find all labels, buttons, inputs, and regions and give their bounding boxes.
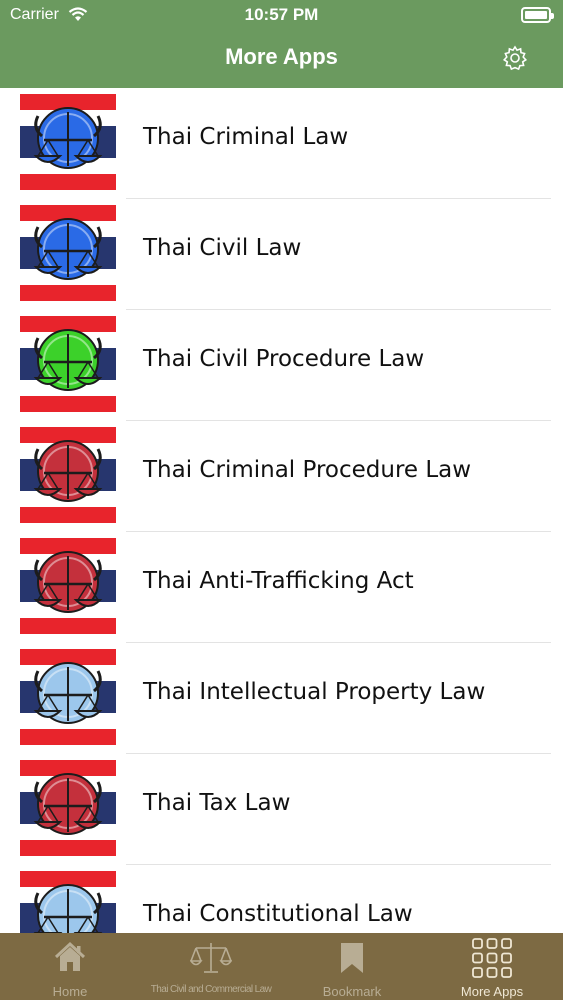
tab-home[interactable]: Home — [0, 933, 140, 1000]
battery-icon — [521, 7, 554, 23]
tab-bar: Home Thai Civil and Commercial Law Bookm… — [0, 933, 563, 1000]
thai-law-emblem-icon — [20, 538, 116, 634]
page-title: More Apps — [225, 44, 338, 69]
thai-law-emblem-icon — [20, 649, 116, 745]
tab-home-label: Home — [52, 984, 88, 999]
app-list-item[interactable]: Thai Civil Procedure Law — [0, 310, 563, 421]
app-list-item[interactable]: Thai Criminal Procedure Law — [0, 421, 563, 532]
app-name: Thai Civil Procedure Law — [143, 346, 425, 372]
thai-law-emblem-icon — [20, 205, 116, 301]
app-name: Thai Intellectual Property Law — [143, 679, 486, 705]
tab-bookmark-label: Bookmark — [322, 984, 382, 999]
app-name: Thai Civil Law — [143, 235, 302, 261]
app-name: Thai Criminal Procedure Law — [143, 457, 472, 483]
status-time: 10:57 PM — [244, 5, 319, 24]
app-name: Thai Anti-Trafficking Act — [143, 568, 414, 594]
tab-civil-commercial-law[interactable]: Thai Civil and Commercial Law — [128, 933, 294, 1000]
app-list-item[interactable]: Thai Tax Law — [0, 754, 563, 865]
navigation-bar: More Apps — [0, 32, 563, 88]
tab-bookmark[interactable]: Bookmark — [290, 933, 414, 1000]
thai-law-emblem-icon — [20, 94, 116, 190]
thai-law-emblem-icon — [20, 316, 116, 412]
thai-law-emblem-icon — [20, 760, 116, 856]
app-list-item[interactable]: Thai Constitutional Law — [0, 865, 563, 933]
app-list-item[interactable]: Thai Anti-Trafficking Act — [0, 532, 563, 643]
scales-icon — [190, 943, 232, 973]
thai-law-emblem-icon — [20, 427, 116, 523]
bookmark-icon — [341, 943, 363, 973]
thai-law-emblem-icon — [20, 871, 116, 933]
home-icon — [54, 941, 86, 971]
app-list-item[interactable]: Thai Intellectual Property Law — [0, 643, 563, 754]
app-name: Thai Constitutional Law — [143, 901, 413, 927]
tab-more-apps-label: More Apps — [460, 984, 524, 999]
tab-more-apps[interactable]: More Apps — [430, 933, 554, 1000]
app-list-item[interactable]: Thai Criminal Law — [0, 88, 563, 199]
app-name: Thai Tax Law — [143, 790, 291, 816]
grid-icon — [472, 938, 512, 978]
status-bar: Carrier 10:57 PM — [0, 0, 563, 32]
app-list: Thai Criminal Law Thai Civil Law Thai Civi… — [0, 88, 563, 933]
app-name: Thai Criminal Law — [143, 124, 349, 150]
app-list-item[interactable]: Thai Civil Law — [0, 199, 563, 310]
gear-icon[interactable] — [502, 45, 528, 71]
tab-civil-commercial-law-label: Thai Civil and Commercial Law — [150, 984, 272, 995]
